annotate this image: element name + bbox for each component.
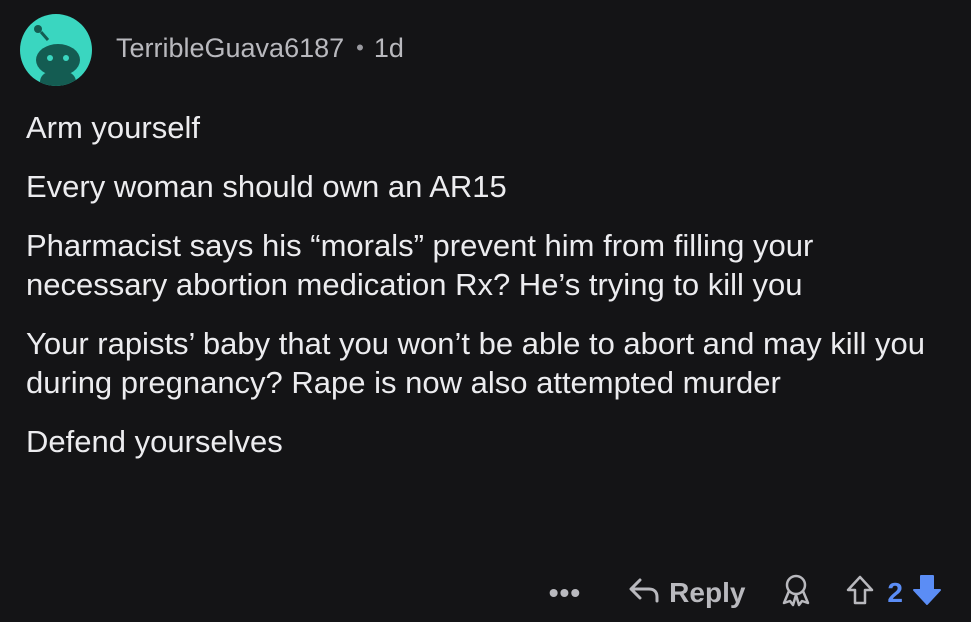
- comment-paragraph: Arm yourself: [26, 110, 200, 145]
- author-username[interactable]: TerribleGuava6187: [116, 33, 344, 64]
- downvote-button[interactable]: [911, 573, 943, 614]
- comment-paragraph: Pharmacist says his “morals” prevent him…: [26, 228, 814, 302]
- downvote-arrow-icon: [911, 573, 943, 614]
- upvote-button[interactable]: [845, 574, 875, 613]
- comment-age: 1d: [373, 32, 404, 63]
- reply-label: Reply: [669, 577, 746, 608]
- more-options-button[interactable]: •••: [549, 577, 581, 609]
- comment-paragraph: Your rapists’ baby that you won’t be abl…: [26, 326, 925, 400]
- comment-paragraph: Defend yourselves: [26, 424, 283, 459]
- snoo-avatar-icon[interactable]: [20, 14, 92, 86]
- upvote-arrow-icon: [845, 574, 875, 613]
- comment-meta: TerribleGuava6187 • 1d: [116, 33, 404, 64]
- reply-arrow-icon: [627, 575, 661, 612]
- comment-header: TerribleGuava6187 • 1d: [20, 14, 404, 86]
- comment-actions-bar: ••• Reply 2: [549, 570, 943, 616]
- award-button[interactable]: [781, 573, 811, 614]
- comment-paragraph: Every woman should own an AR15: [26, 169, 507, 204]
- comment-body: Arm yourself Every woman should own an A…: [26, 108, 956, 481]
- reply-button[interactable]: Reply: [627, 575, 745, 612]
- award-icon: [781, 573, 811, 614]
- meta-separator: •: [356, 35, 364, 60]
- vote-count: 2: [887, 577, 903, 608]
